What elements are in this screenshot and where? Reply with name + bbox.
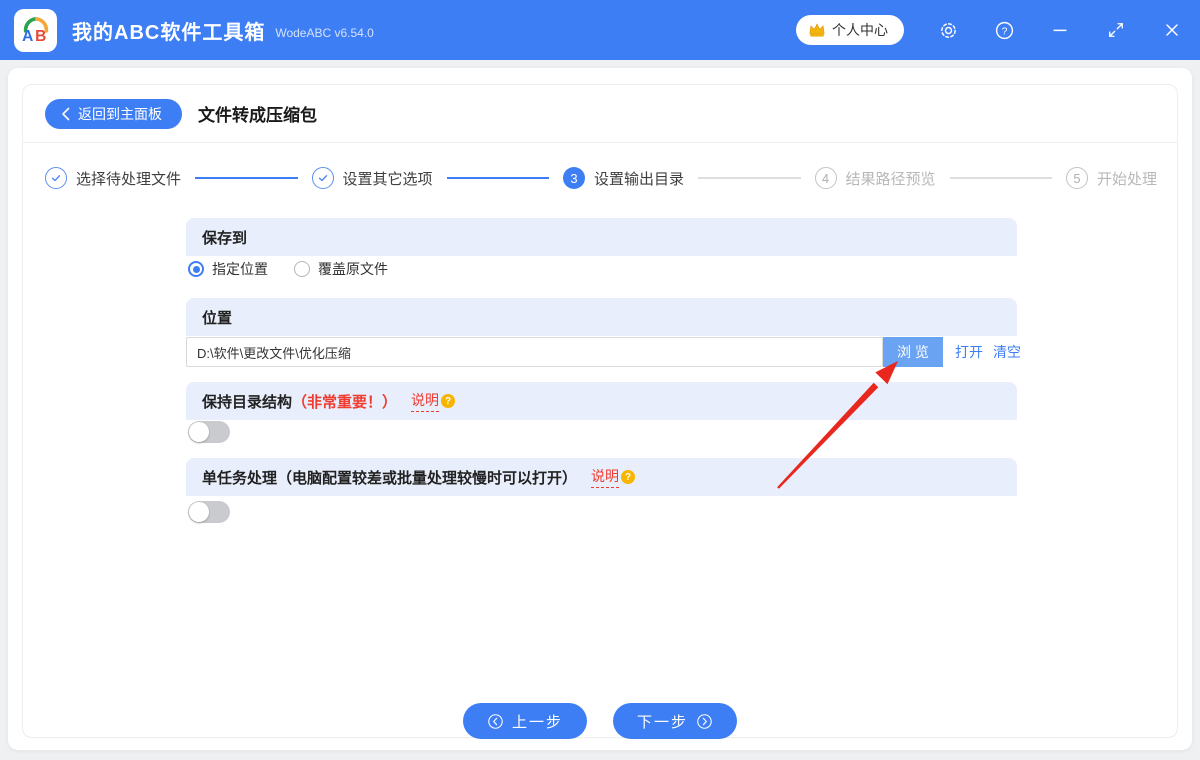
radio-overwrite-original[interactable]: 覆盖原文件 xyxy=(294,259,388,279)
step-4-label: 结果路径预览 xyxy=(845,170,936,188)
app-title: 我的ABC软件工具箱 xyxy=(72,21,266,44)
single-task-title: 单任务处理（电脑配置较差或批量处理较慢时可以打开） xyxy=(202,469,578,487)
toggle-knob xyxy=(189,422,209,442)
previous-step-label: 上一步 xyxy=(511,713,563,731)
step-select-files: 选择待处理文件 xyxy=(45,167,181,189)
keep-structure-important-note: （非常重要！） xyxy=(292,393,398,411)
page-title: 文件转成压缩包 xyxy=(198,106,317,125)
back-button-label: 返回到主面板 xyxy=(78,105,162,122)
step-connector xyxy=(195,177,298,179)
step-connector xyxy=(446,177,549,179)
single-task-toggle[interactable] xyxy=(188,501,230,523)
question-circle-icon: ? xyxy=(995,21,1013,39)
step-2-check-icon xyxy=(311,167,334,189)
previous-step-button[interactable]: 上一步 xyxy=(462,703,587,739)
minimize-button[interactable] xyxy=(1048,18,1072,42)
step-3-label: 设置输出目录 xyxy=(594,170,685,188)
keep-structure-title: 保持目录结构 xyxy=(202,393,293,411)
step-connector xyxy=(698,177,801,179)
radio-overwrite-original-label: 覆盖原文件 xyxy=(318,261,388,277)
settings-button[interactable] xyxy=(936,18,960,42)
radio-selected-icon xyxy=(188,261,204,277)
circle-chevron-right-icon xyxy=(697,713,712,729)
save-to-section-header: 保存到 xyxy=(186,218,1017,256)
radio-unselected-icon xyxy=(294,261,310,277)
main-card: 返回到主面板 文件转成压缩包 选择待处理文件 设置其它选项 3 设置输出目录 4… xyxy=(8,68,1192,750)
maximize-button[interactable] xyxy=(1104,18,1128,42)
svg-text:?: ? xyxy=(1001,25,1007,37)
save-to-options: 指定位置 覆盖原文件 xyxy=(188,259,388,279)
step-other-options: 设置其它选项 xyxy=(311,167,433,189)
step-5-number: 5 xyxy=(1066,167,1088,189)
chevron-left-icon xyxy=(62,107,70,120)
single-task-help-link[interactable]: 说明 xyxy=(591,466,620,488)
step-3-number: 3 xyxy=(563,167,585,189)
step-2-label: 设置其它选项 xyxy=(342,170,433,188)
user-center-label: 个人中心 xyxy=(832,22,888,38)
step-indicator: 选择待处理文件 设置其它选项 3 设置输出目录 4 结果路径预览 5 开始处理 xyxy=(45,167,1157,189)
save-to-title: 保存到 xyxy=(202,229,248,247)
browse-button[interactable]: 浏 览 xyxy=(883,337,943,367)
app-logo: A B xyxy=(14,8,57,52)
step-connector xyxy=(949,177,1052,179)
maximize-icon xyxy=(1109,23,1123,37)
minimize-icon xyxy=(1053,29,1067,32)
radio-specified-location-label: 指定位置 xyxy=(212,261,268,277)
clear-link[interactable]: 清空 xyxy=(993,342,1021,362)
single-task-section-header: 单任务处理（电脑配置较差或批量处理较慢时可以打开） 说明 ? xyxy=(186,458,1017,496)
keep-structure-section-header: 保持目录结构 （非常重要！） 说明 ? xyxy=(186,382,1017,420)
step-5-label: 开始处理 xyxy=(1097,170,1158,188)
circle-chevron-left-icon xyxy=(488,713,503,729)
toggle-knob xyxy=(189,502,209,522)
gear-icon xyxy=(940,22,956,38)
location-section-header: 位置 xyxy=(186,298,1017,336)
content-panel: 返回到主面板 文件转成压缩包 选择待处理文件 设置其它选项 3 设置输出目录 4… xyxy=(22,84,1178,739)
keep-structure-help-link[interactable]: 说明 xyxy=(411,390,440,412)
logo-letter-a: A xyxy=(22,28,33,45)
open-link[interactable]: 打开 xyxy=(955,342,983,362)
close-button[interactable] xyxy=(1160,18,1184,42)
user-center-button[interactable]: 个人中心 xyxy=(796,15,904,45)
step-start-processing: 5 开始处理 xyxy=(1066,167,1157,189)
wizard-footer: 上一步 下一步 xyxy=(23,703,1177,739)
step-1-check-icon xyxy=(45,167,67,189)
location-path-row: 浏 览 打开 清空 xyxy=(186,337,1021,367)
next-step-button[interactable]: 下一步 xyxy=(613,703,738,739)
radio-specified-location[interactable]: 指定位置 xyxy=(188,259,268,279)
keep-structure-toggle[interactable] xyxy=(188,421,230,443)
keep-structure-help-badge-icon[interactable]: ? xyxy=(441,394,456,408)
next-step-label: 下一步 xyxy=(637,713,689,731)
step-4-number: 4 xyxy=(814,167,837,189)
app-logo-icon: A B xyxy=(22,17,48,45)
help-button[interactable]: ? xyxy=(992,18,1016,42)
app-version: WodeABC v6.54.0 xyxy=(275,26,374,40)
step-output-directory: 3 设置输出目录 xyxy=(563,167,684,189)
output-path-input[interactable] xyxy=(186,337,883,367)
back-to-main-button[interactable]: 返回到主面板 xyxy=(45,98,182,129)
step-1-label: 选择待处理文件 xyxy=(76,170,182,188)
logo-letter-b: B xyxy=(35,28,46,45)
step-result-preview: 4 结果路径预览 xyxy=(814,167,936,189)
close-icon xyxy=(1166,24,1178,36)
single-task-help-badge-icon[interactable]: ? xyxy=(621,470,636,484)
crown-icon xyxy=(809,23,825,37)
titlebar: A B 我的ABC软件工具箱 WodeABC v6.54.0 个人中心 ? xyxy=(0,0,1200,60)
card-header: 返回到主面板 文件转成压缩包 xyxy=(23,85,1177,143)
location-title: 位置 xyxy=(202,309,233,327)
